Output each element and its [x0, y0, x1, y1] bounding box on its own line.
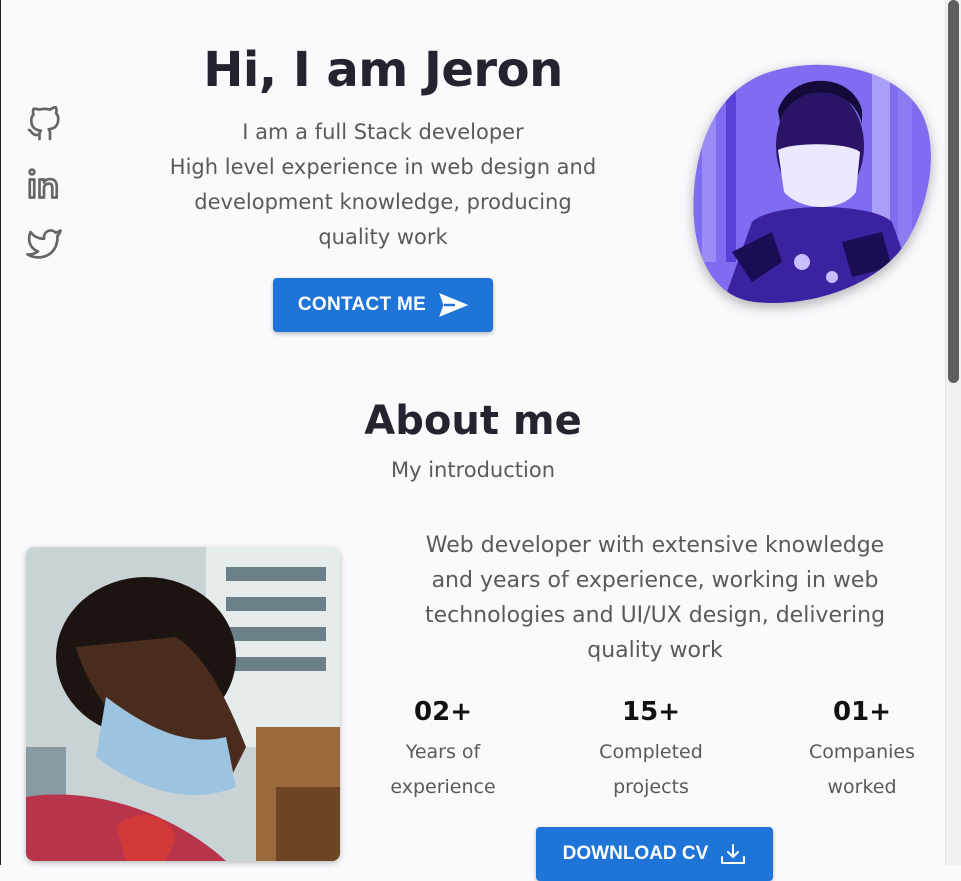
contact-me-button[interactable]: CONTACT ME [273, 278, 493, 332]
twitter-icon [26, 229, 62, 259]
scrollbar-thumb[interactable] [948, 0, 959, 383]
about-description-line: technologies and UI/UX design, deliverin… [424, 603, 886, 628]
stat-label-line: Years of [405, 741, 481, 763]
stat-label-line: experience [390, 776, 496, 798]
download-cv-button[interactable]: DOWNLOAD CV [536, 827, 773, 881]
stat-label: Years of experience [358, 735, 528, 805]
about-description-line: and years of experience, working in web [431, 568, 879, 593]
linkedin-link[interactable] [24, 164, 64, 204]
hero-subtitle-line: quality work [318, 225, 448, 249]
about-description-line: quality work [587, 638, 723, 663]
about-title: About me [364, 398, 582, 444]
stat-number: 01+ [833, 697, 891, 727]
social-links [24, 104, 64, 264]
download-cv-label: DOWNLOAD CV [562, 843, 709, 864]
stat-label: Completed projects [566, 735, 736, 805]
download-icon [721, 844, 746, 864]
twitter-link[interactable] [24, 224, 64, 264]
hero-subtitle-line: High level experience in web design and [169, 155, 597, 179]
stat-number: 15+ [622, 697, 680, 727]
profile-photo-blob [693, 64, 931, 303]
stat-label-line: Companies [808, 741, 915, 763]
linkedin-icon [28, 168, 59, 199]
about-subtitle: My introduction [390, 458, 556, 482]
github-icon [27, 106, 60, 141]
stat-projects: 15+ Completed projects [566, 693, 736, 805]
stat-label-line: Completed [599, 741, 703, 763]
stat-label-line: projects [613, 776, 689, 798]
stat-label: Companies worked [777, 735, 947, 805]
about-photo [26, 547, 340, 861]
hero-subtitle-line: I am a full Stack developer [242, 120, 524, 144]
stat-years: 02+ Years of experience [358, 693, 528, 805]
github-link[interactable] [24, 104, 64, 144]
contact-me-label: CONTACT ME [297, 294, 427, 315]
stat-number: 02+ [414, 697, 472, 727]
stat-label-line: worked [827, 776, 897, 798]
scrollbar[interactable] [945, 0, 961, 865]
about-description: Web developer with extensive knowledge a… [380, 528, 930, 668]
about-description-line: Web developer with extensive knowledge [425, 533, 885, 558]
send-icon [439, 293, 469, 317]
stat-companies: 01+ Companies worked [777, 693, 947, 805]
hero-title: Hi, I am Jeron [203, 42, 563, 98]
hero-subtitle: I am a full Stack developer High level e… [133, 115, 633, 255]
hero-subtitle-line: development knowledge, producing [194, 190, 572, 214]
